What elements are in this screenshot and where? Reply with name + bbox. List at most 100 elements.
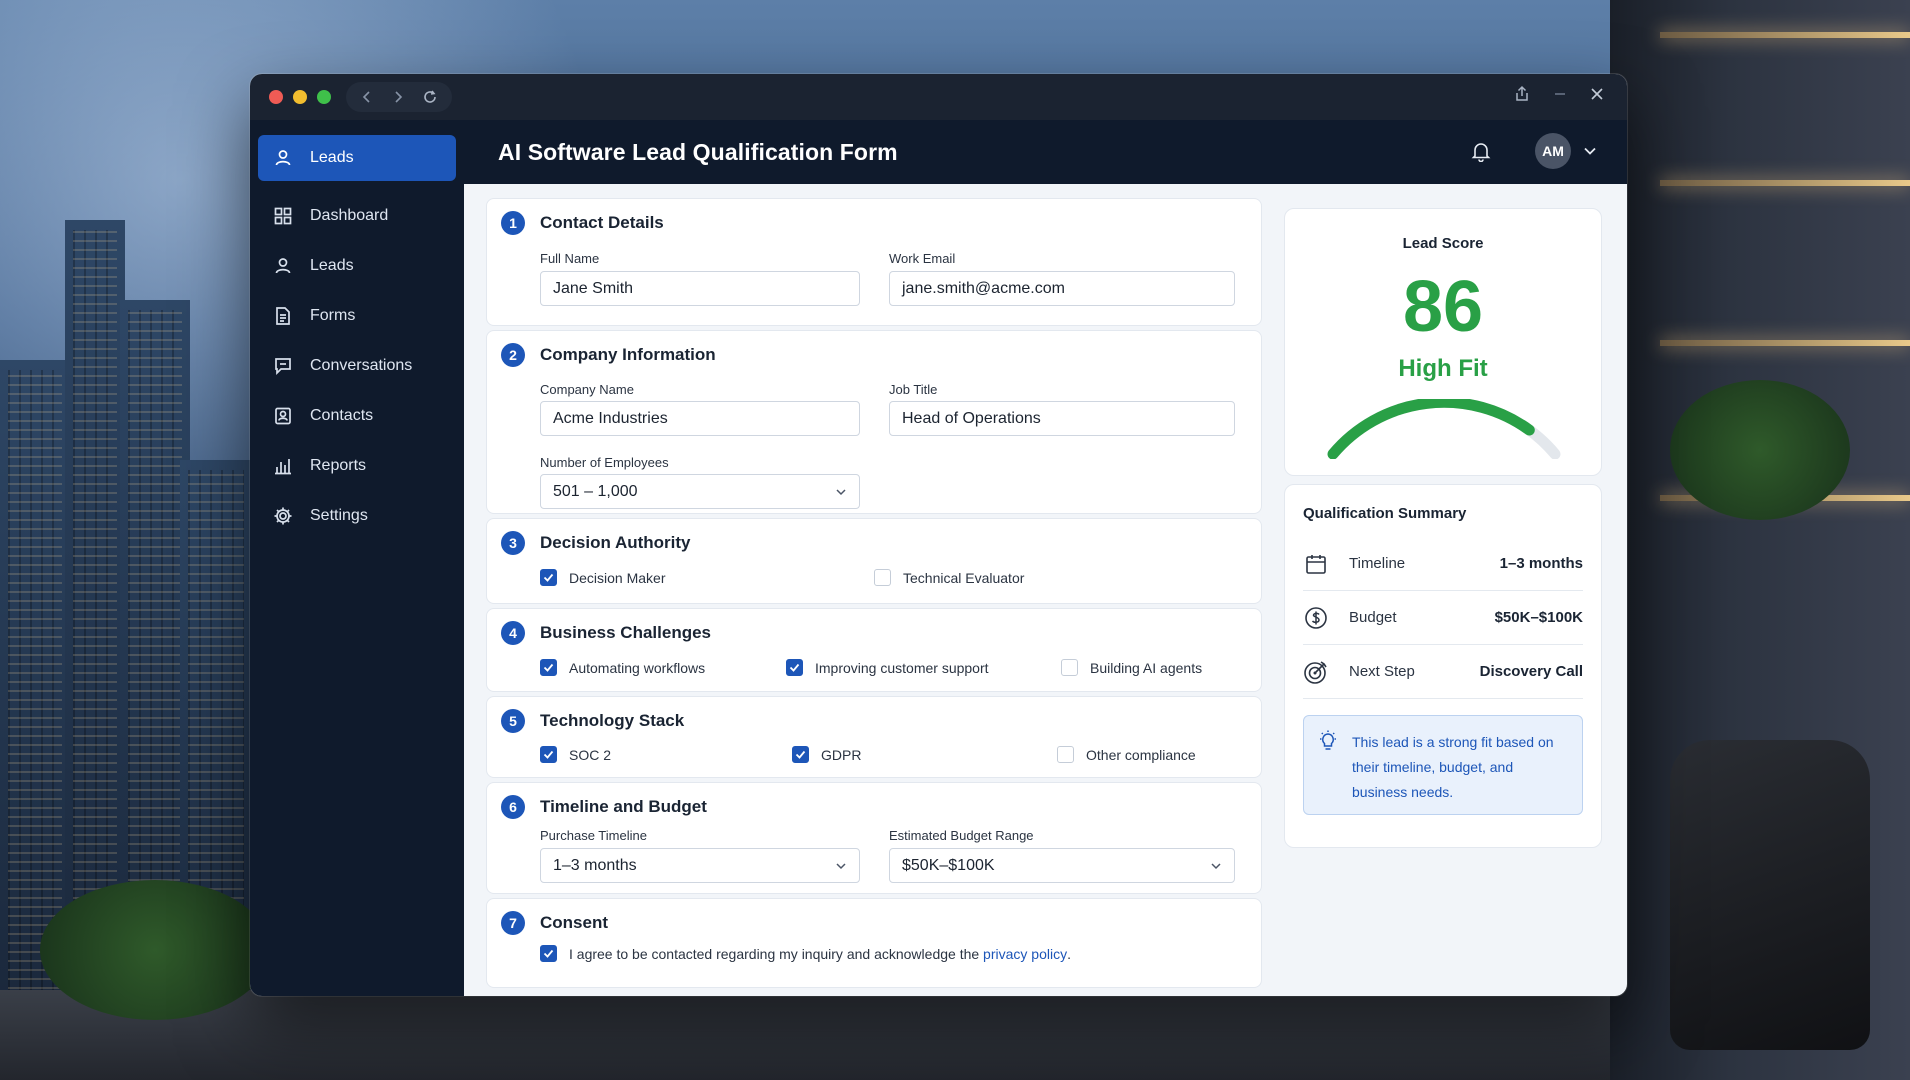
decision-maker-checkbox[interactable]: Decision Maker bbox=[540, 569, 665, 586]
consent-checkbox[interactable]: I agree to be contacted regarding my inq… bbox=[540, 945, 1071, 962]
forward-icon[interactable] bbox=[391, 90, 405, 104]
grid-icon bbox=[272, 205, 294, 227]
sidebar-item-reports[interactable]: Reports bbox=[258, 443, 456, 489]
summary-row-name: Timeline bbox=[1349, 555, 1406, 572]
close-icon[interactable] bbox=[1589, 86, 1605, 102]
section-title: Decision Authority bbox=[540, 533, 691, 552]
checkbox-checked bbox=[540, 569, 557, 586]
calendar-icon bbox=[1303, 551, 1329, 577]
summary-row-value: 1–3 months bbox=[1499, 555, 1583, 572]
company-name-label: Company Name bbox=[540, 382, 634, 397]
user-avatar[interactable]: AM bbox=[1535, 133, 1571, 169]
back-icon[interactable] bbox=[360, 90, 374, 104]
full-name-value: Jane Smith bbox=[553, 279, 634, 297]
section-technology-stack: 5 Technology Stack SOC 2 GDPR Other comp… bbox=[486, 696, 1262, 778]
lit-shelf bbox=[1660, 180, 1910, 186]
purchase-timeline-value: 1–3 months bbox=[553, 856, 637, 874]
company-name-field[interactable]: Acme Industries bbox=[540, 401, 860, 436]
employees-select[interactable]: 501 – 1,000 bbox=[540, 474, 860, 509]
sidebar-item-label: Reports bbox=[310, 457, 367, 474]
consent-suffix: . bbox=[1067, 945, 1071, 962]
summary-row-name: Next Step bbox=[1349, 663, 1415, 680]
section-timeline-budget: 6 Timeline and Budget Purchase Timeline … bbox=[486, 782, 1262, 894]
purchase-timeline-select[interactable]: 1–3 months bbox=[540, 848, 860, 883]
lead-score-card: Lead Score 86 High Fit bbox=[1284, 208, 1602, 476]
work-email-label: Work Email bbox=[889, 251, 956, 266]
sidebar-item-label: Forms bbox=[310, 307, 356, 324]
budget-range-label: Estimated Budget Range bbox=[889, 828, 1034, 843]
dollar-icon bbox=[1303, 605, 1329, 631]
work-email-value: jane.smith@acme.com bbox=[902, 279, 1065, 297]
step-number: 6 bbox=[501, 795, 525, 819]
section-consent: 7 Consent I agree to be contacted regard… bbox=[486, 898, 1262, 988]
sidebar-item-label: Contacts bbox=[310, 407, 374, 424]
browser-nav bbox=[346, 82, 452, 112]
company-name-value: Acme Industries bbox=[553, 409, 668, 427]
checkbox-label: Building AI agents bbox=[1090, 659, 1203, 676]
lead-fit-label: High Fit bbox=[1398, 355, 1488, 382]
other-compliance-checkbox[interactable]: Other compliance bbox=[1057, 746, 1196, 763]
checkbox-label: Technical Evaluator bbox=[903, 569, 1025, 586]
section-header: 3 Decision Authority bbox=[501, 531, 691, 555]
target-icon bbox=[1303, 659, 1329, 685]
lit-shelf bbox=[1660, 32, 1910, 38]
minimize-icon[interactable] bbox=[1553, 87, 1567, 101]
notification-bell-icon[interactable] bbox=[1463, 133, 1499, 169]
qualification-summary-card: Qualification Summary Timeline 1–3 month… bbox=[1284, 484, 1602, 848]
checkbox-label: Improving customer support bbox=[815, 659, 989, 676]
section-title: Contact Details bbox=[540, 213, 664, 232]
budget-range-select[interactable]: $50K–$100K bbox=[889, 848, 1235, 883]
share-icon[interactable] bbox=[1513, 85, 1531, 103]
section-header: 4 Business Challenges bbox=[501, 621, 711, 645]
gdpr-checkbox[interactable]: GDPR bbox=[792, 746, 861, 763]
summary-note: This lead is a strong fit based on their… bbox=[1303, 715, 1583, 815]
app-header: AI Software Lead Qualification Form AM bbox=[464, 120, 1627, 184]
gauge-fill bbox=[1327, 399, 1561, 459]
form-area: 1 Contact Details Full Name Jane Smith W… bbox=[464, 184, 1627, 996]
sidebar-item-settings[interactable]: Settings bbox=[258, 493, 456, 539]
section-header: 1 Contact Details bbox=[501, 211, 664, 235]
chat-icon bbox=[272, 355, 294, 377]
sidebar-item-leads-active[interactable]: Leads bbox=[258, 135, 456, 181]
maximize-window-dot[interactable] bbox=[317, 90, 331, 104]
chevron-down-icon[interactable] bbox=[1583, 144, 1597, 158]
window-actions bbox=[1513, 85, 1605, 103]
sidebar-item-forms[interactable]: Forms bbox=[258, 293, 456, 339]
job-title-field[interactable]: Head of Operations bbox=[889, 401, 1235, 436]
section-company-information: 2 Company Information Company Name Acme … bbox=[486, 330, 1262, 514]
checkbox-label: Automating workflows bbox=[569, 659, 706, 676]
close-window-dot[interactable] bbox=[269, 90, 283, 104]
chevron-down-icon bbox=[835, 486, 847, 498]
sidebar-item-dashboard[interactable]: Dashboard bbox=[258, 193, 456, 239]
sidebar-item-label: Leads bbox=[310, 257, 354, 274]
improving-support-checkbox[interactable]: Improving customer support bbox=[786, 659, 989, 676]
app-window: Leads Dashboard Leads Forms Conversation… bbox=[250, 74, 1627, 996]
checkbox-checked bbox=[540, 945, 557, 962]
step-number: 2 bbox=[501, 343, 525, 367]
lead-score-value: 86 bbox=[1402, 267, 1484, 347]
sidebar-item-contacts[interactable]: Contacts bbox=[258, 393, 456, 439]
technical-evaluator-checkbox[interactable]: Technical Evaluator bbox=[874, 569, 1024, 586]
bar-chart-icon bbox=[272, 455, 294, 477]
reload-icon[interactable] bbox=[422, 89, 438, 105]
summary-row-budget: Budget $50K–$100K bbox=[1303, 591, 1583, 645]
user-icon bbox=[272, 255, 294, 277]
soc2-checkbox[interactable]: SOC 2 bbox=[540, 746, 611, 763]
building-ai-agents-checkbox[interactable]: Building AI agents bbox=[1061, 659, 1202, 676]
user-icon bbox=[272, 147, 294, 169]
sidebar-item-conversations[interactable]: Conversations bbox=[258, 343, 456, 389]
gear-icon bbox=[272, 505, 294, 527]
automating-workflows-checkbox[interactable]: Automating workflows bbox=[540, 659, 705, 676]
checkbox-label: GDPR bbox=[821, 746, 862, 763]
step-number: 5 bbox=[501, 709, 525, 733]
step-number: 4 bbox=[501, 621, 525, 645]
minimize-window-dot[interactable] bbox=[293, 90, 307, 104]
work-email-field[interactable]: jane.smith@acme.com bbox=[889, 271, 1235, 306]
document-icon bbox=[272, 305, 294, 327]
lead-score-gauge bbox=[1327, 399, 1561, 459]
sidebar-item-leads[interactable]: Leads bbox=[258, 243, 456, 289]
employees-label: Number of Employees bbox=[540, 455, 669, 470]
full-name-field[interactable]: Jane Smith bbox=[540, 271, 860, 306]
budget-range-value: $50K–$100K bbox=[902, 856, 995, 874]
privacy-policy-link[interactable]: privacy policy bbox=[983, 946, 1067, 962]
